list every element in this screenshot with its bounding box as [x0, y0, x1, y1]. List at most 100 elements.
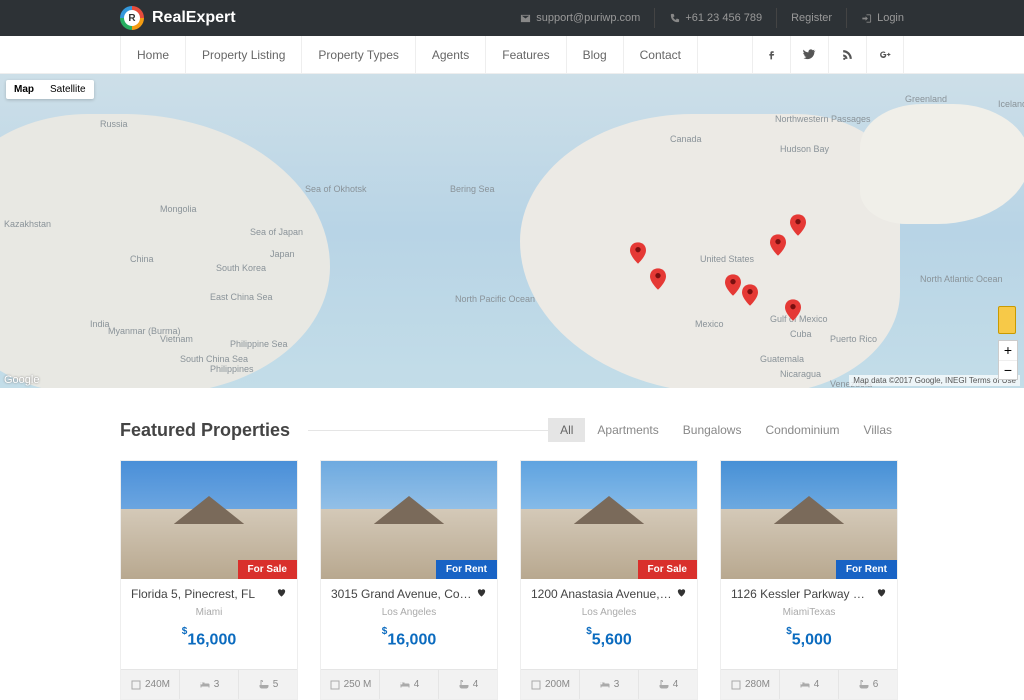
google-logo: Google [4, 374, 39, 386]
googleplus-link[interactable] [866, 36, 904, 73]
area-icon [130, 679, 142, 691]
area-stat: 280M [721, 670, 780, 699]
support-phone[interactable]: +61 23 456 789 [655, 8, 777, 28]
bath-icon [658, 679, 670, 691]
map-label: Bering Sea [450, 184, 495, 194]
register-link[interactable]: Register [777, 8, 847, 28]
bath-icon [458, 679, 470, 691]
nav-contact[interactable]: Contact [624, 36, 698, 73]
property-title: 1126 Kessler Parkway Dallas... [731, 587, 872, 601]
envelope-icon [520, 13, 531, 24]
property-card[interactable]: For Rent3015 Grand Avenue, CocoWalkLos A… [320, 460, 498, 700]
map-label: North Pacific Ocean [455, 294, 535, 304]
streetview-pegman[interactable] [998, 306, 1016, 334]
login-link[interactable]: Login [847, 8, 904, 28]
area-stat: 200M [521, 670, 580, 699]
login-icon [861, 13, 872, 24]
facebook-icon [765, 48, 778, 61]
twitter-icon [803, 48, 816, 61]
rss-icon [841, 48, 854, 61]
area-icon [329, 679, 341, 691]
listing-badge: For Rent [836, 560, 897, 579]
favorite-icon[interactable] [876, 587, 887, 598]
support-email[interactable]: support@puriwp.com [506, 8, 655, 28]
map-label: Greenland [905, 94, 947, 104]
bed-icon [799, 679, 811, 691]
bed-icon [199, 679, 211, 691]
phone-icon [669, 13, 680, 24]
property-card[interactable]: For SaleFlorida 5, Pinecrest, FLMiami$16… [120, 460, 298, 700]
filter-villas[interactable]: Villas [852, 418, 904, 442]
zoom-in-button[interactable]: + [999, 341, 1017, 361]
baths-stat: 6 [839, 670, 897, 699]
beds-stat: 3 [180, 670, 239, 699]
filter-bungalows[interactable]: Bungalows [671, 418, 754, 442]
area-stat: 240M [121, 670, 180, 699]
divider [308, 430, 548, 431]
nav-blog[interactable]: Blog [567, 36, 624, 73]
listing-badge: For Sale [638, 560, 697, 579]
favorite-icon[interactable] [476, 587, 487, 598]
zoom-control: + − [998, 340, 1018, 380]
map-type-toggle: Map Satellite [6, 80, 94, 99]
zoom-out-button[interactable]: − [999, 361, 1017, 380]
listing-badge: For Sale [238, 560, 297, 579]
property-price: $5,600 [531, 630, 687, 649]
map-label: North Atlantic Ocean [920, 274, 1003, 284]
map-pin[interactable] [785, 299, 801, 321]
twitter-link[interactable] [790, 36, 828, 73]
property-title: 3015 Grand Avenue, CocoWalk [331, 587, 472, 601]
beds-stat: 4 [780, 670, 839, 699]
nav-features[interactable]: Features [486, 36, 566, 73]
rss-link[interactable] [828, 36, 866, 73]
nav-property-listing[interactable]: Property Listing [186, 36, 302, 73]
property-city: Miami [131, 607, 287, 618]
favorite-icon[interactable] [276, 587, 287, 598]
filter-apartments[interactable]: Apartments [585, 418, 670, 442]
property-title: 1200 Anastasia Avenue, Cora... [531, 587, 672, 601]
filter-condominium[interactable]: Condominium [753, 418, 851, 442]
logo-icon [120, 6, 144, 30]
property-city: Los Angeles [531, 607, 687, 618]
area-icon [730, 679, 742, 691]
listing-badge: For Rent [436, 560, 497, 579]
bed-icon [599, 679, 611, 691]
featured-heading: Featured Properties [120, 420, 290, 441]
bath-icon [258, 679, 270, 691]
map-pin[interactable] [650, 268, 666, 290]
nav-property-types[interactable]: Property Types [302, 36, 415, 73]
map-view-button[interactable]: Map [6, 80, 42, 99]
baths-stat: 4 [639, 670, 697, 699]
facebook-link[interactable] [752, 36, 790, 73]
property-price: $16,000 [131, 630, 287, 649]
property-city: MiamiTexas [731, 607, 887, 618]
nav-home[interactable]: Home [120, 36, 186, 73]
property-card[interactable]: For Sale 1200 Anastasia Avenue, Cora... Lo… [520, 460, 698, 700]
map-pin[interactable] [630, 242, 646, 264]
baths-stat: 4 [439, 670, 497, 699]
bath-icon [858, 679, 870, 691]
property-price: $16,000 [331, 630, 487, 649]
map-pin[interactable] [770, 234, 786, 256]
map-label: Sea of Okhotsk [305, 184, 367, 194]
beds-stat: 4 [380, 670, 439, 699]
map-pin[interactable] [790, 214, 806, 236]
beds-stat: 3 [580, 670, 639, 699]
property-price: $5,000 [731, 630, 887, 649]
property-card[interactable]: For Rent 1126 Kessler Parkway Dallas... Mi… [720, 460, 898, 700]
area-stat: 250 M [321, 670, 380, 699]
brand-name: RealExpert [152, 9, 236, 27]
map-attribution: Map data ©2017 Google, INEGI Terms of Us… [849, 375, 1020, 386]
googleplus-icon [879, 48, 892, 61]
baths-stat: 5 [239, 670, 297, 699]
filter-all[interactable]: All [548, 418, 585, 442]
map-pin[interactable] [725, 274, 741, 296]
nav-agents[interactable]: Agents [416, 36, 486, 73]
bed-icon [399, 679, 411, 691]
favorite-icon[interactable] [676, 587, 687, 598]
satellite-view-button[interactable]: Satellite [42, 80, 94, 99]
map[interactable]: Map Satellite RussiaKazakhstanMongoliaCh… [0, 74, 1024, 388]
map-label: Iceland [998, 99, 1024, 109]
map-pin[interactable] [742, 284, 758, 306]
logo[interactable]: RealExpert [120, 6, 236, 30]
